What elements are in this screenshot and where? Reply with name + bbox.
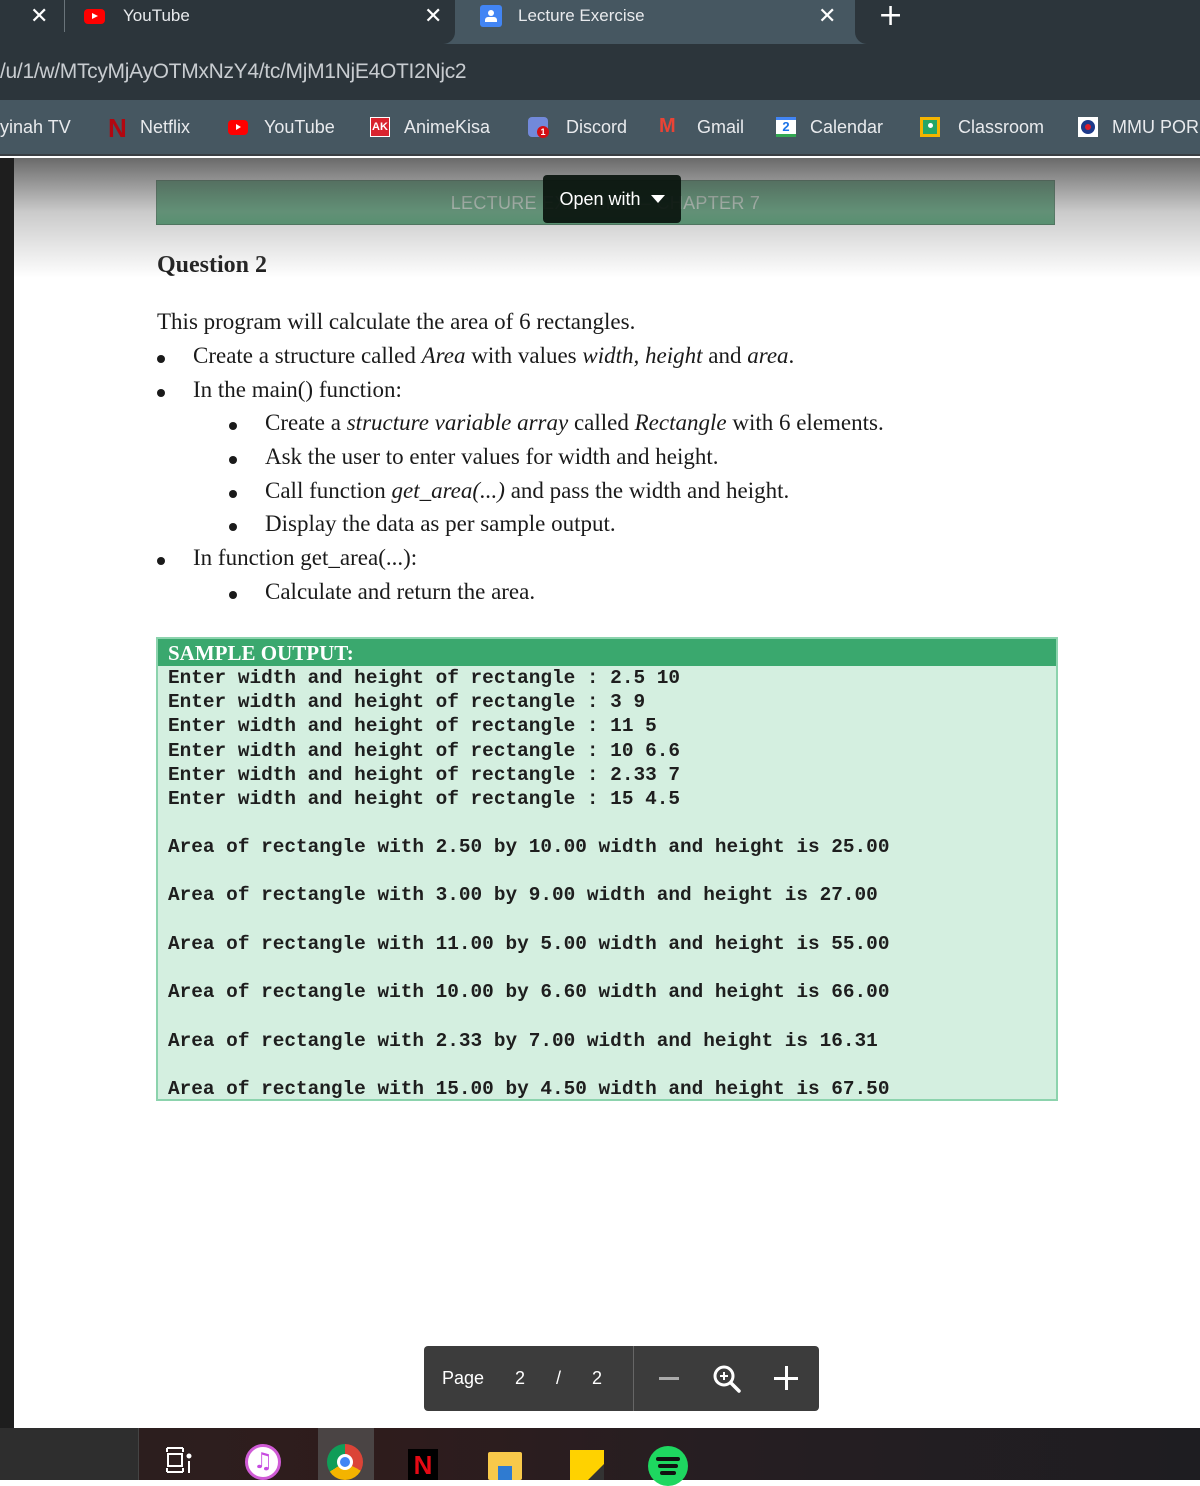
list-item: In function get_area(...):: [157, 545, 417, 571]
sample-result-line: Area of rectangle with 15.00 by 4.50 wid…: [168, 1078, 890, 1100]
netflix-icon[interactable]: N: [408, 1449, 438, 1480]
zoom-in-button[interactable]: [774, 1366, 798, 1390]
bookmark-discord[interactable]: Discord: [528, 114, 627, 140]
bookmark-label: Calendar: [810, 116, 884, 137]
bookmark-mmu-portal[interactable]: MMU POR: [1078, 114, 1199, 140]
sample-result-line: Area of rectangle with 2.33 by 7.00 widt…: [168, 1030, 878, 1052]
sticky-notes-icon[interactable]: [570, 1450, 604, 1480]
sample-output-box: SAMPLE OUTPUT: Enter width and height of…: [156, 637, 1058, 1101]
zoom-icon[interactable]: [712, 1364, 742, 1394]
bookmark-calendar[interactable]: 2 Calendar: [776, 114, 883, 140]
tab-title: Lecture Exercise: [518, 6, 645, 25]
sample-input-line: Enter width and height of rectangle : 10…: [168, 740, 680, 762]
list-item: Call function get_area(...) and pass the…: [229, 478, 789, 504]
sample-input-line: Enter width and height of rectangle : 11…: [168, 715, 657, 737]
page-separator: /: [556, 1368, 562, 1388]
animekisa-icon: AK: [370, 117, 390, 137]
document-viewer: LECTURE EXERCISE – CHAPTER 7 Question 2 …: [0, 158, 1200, 1428]
question-title: Question 2: [157, 252, 268, 278]
bullet-icon: [157, 557, 165, 565]
bookmark-netflix[interactable]: Netflix: [106, 113, 191, 144]
bullet-icon: [229, 490, 237, 498]
sample-input-line: Enter width and height of rectangle : 2.…: [168, 667, 680, 689]
chrome-icon[interactable]: [327, 1444, 363, 1480]
sample-result-line: Area of rectangle with 3.00 by 9.00 widt…: [168, 884, 878, 906]
tab-divider: [64, 0, 65, 32]
list-item: Calculate and return the area.: [229, 579, 535, 605]
bullet-icon: [157, 355, 165, 363]
total-pages: 2: [592, 1368, 603, 1388]
list-item: In the main() function:: [157, 377, 402, 403]
url-text[interactable]: /u/1/w/MTcyMjAyOTMxNzY4/tc/MjM1NjE4OTI2N…: [0, 60, 467, 84]
viewer-left-edge: [0, 158, 14, 1428]
bullet-icon: [229, 523, 237, 531]
sample-result-line: Area of rectangle with 2.50 by 10.00 wid…: [168, 836, 890, 858]
taskbar: ♫ N: [0, 1428, 1200, 1486]
mmu-portal-icon: [1078, 117, 1098, 137]
sample-result-line: Area of rectangle with 10.00 by 6.60 wid…: [168, 981, 890, 1003]
calendar-icon: 2: [776, 117, 796, 137]
tab-title: YouTube: [123, 6, 190, 25]
youtube-icon: [228, 119, 248, 135]
close-icon[interactable]: ✕: [424, 4, 442, 30]
bookmark-gmail[interactable]: Gmail: [659, 114, 744, 140]
intro-text: This program will calculate the area of …: [157, 309, 636, 334]
sample-input-line: Enter width and height of rectangle : 3 …: [168, 691, 646, 713]
bullet-icon: [229, 591, 237, 599]
bookmark-label: Netflix: [140, 116, 191, 137]
bookmark-label: MMU POR: [1112, 116, 1199, 137]
taskbar-search-area[interactable]: [0, 1428, 139, 1480]
sample-result-line: Area of rectangle with 11.00 by 5.00 wid…: [168, 933, 890, 955]
address-bar[interactable]: /u/1/w/MTcyMjAyOTMxNzY4/tc/MjM1NjE4OTI2N…: [0, 44, 1200, 100]
google-classroom-icon: [480, 5, 502, 27]
bookmark-label: yinah TV: [0, 116, 71, 137]
current-page-input[interactable]: 2: [515, 1368, 525, 1389]
close-icon[interactable]: ✕: [30, 4, 48, 30]
bookmark-classroom[interactable]: Classroom: [920, 114, 1044, 140]
caret-down-icon: [650, 195, 665, 203]
bookmark-label: Discord: [566, 116, 628, 137]
bullet-icon: [157, 389, 165, 397]
close-icon[interactable]: ✕: [818, 4, 836, 30]
list-item: Display the data as per sample output.: [229, 511, 616, 537]
toolbar-divider: [633, 1346, 634, 1411]
sample-input-line: Enter width and height of rectangle : 15…: [168, 788, 680, 810]
bookmark-label: Gmail: [697, 116, 745, 137]
tab-strip-empty: [855, 0, 1200, 44]
tab-youtube[interactable]: ✕ YouTube ✕: [0, 0, 455, 44]
tab-strip: ✕ YouTube ✕ Lecture Exercise ✕ +: [0, 0, 1200, 44]
gmail-icon: [659, 115, 679, 138]
zoom-out-button[interactable]: [659, 1377, 679, 1380]
bookmark-label: YouTube: [264, 116, 335, 137]
sample-output-header: SAMPLE OUTPUT:: [158, 639, 1056, 666]
open-with-button[interactable]: Open with: [543, 175, 681, 223]
bookmark-label: Classroom: [958, 116, 1045, 137]
sample-input-line: Enter width and height of rectangle : 2.…: [168, 764, 680, 786]
bullet-icon: [229, 422, 237, 430]
page-label: Page: [442, 1368, 485, 1388]
bookmark-animekisa[interactable]: AK AnimeKisa: [370, 114, 490, 140]
document-page: LECTURE EXERCISE – CHAPTER 7 Question 2 …: [14, 158, 1200, 1428]
bullet-icon: [229, 456, 237, 464]
discord-icon: [528, 117, 549, 138]
list-item: Create a structure called Area with valu…: [157, 343, 794, 369]
new-tab-button[interactable]: +: [878, 0, 903, 32]
file-explorer-icon[interactable]: [488, 1452, 522, 1480]
youtube-icon: [84, 9, 105, 24]
sample-output-title: SAMPLE OUTPUT:: [168, 641, 354, 665]
netflix-icon: [106, 113, 127, 144]
bookmark-youtube[interactable]: YouTube: [228, 114, 335, 140]
bookmarks-bar: yinah TV Netflix YouTube AK AnimeKisa Di…: [0, 100, 1200, 156]
list-item: Create a structure variable array called…: [229, 410, 884, 436]
page-toolbar: Page 2 / 2: [424, 1346, 819, 1411]
task-view-icon[interactable]: [166, 1446, 192, 1474]
spotify-icon[interactable]: [648, 1446, 688, 1486]
open-with-label: Open with: [559, 188, 641, 209]
bookmark-yinah-tv[interactable]: yinah TV: [0, 114, 71, 140]
classroom-icon: [920, 117, 940, 137]
itunes-icon[interactable]: ♫: [245, 1444, 281, 1480]
bookmark-label: AnimeKisa: [404, 116, 491, 137]
list-item: Ask the user to enter values for width a…: [229, 444, 719, 470]
